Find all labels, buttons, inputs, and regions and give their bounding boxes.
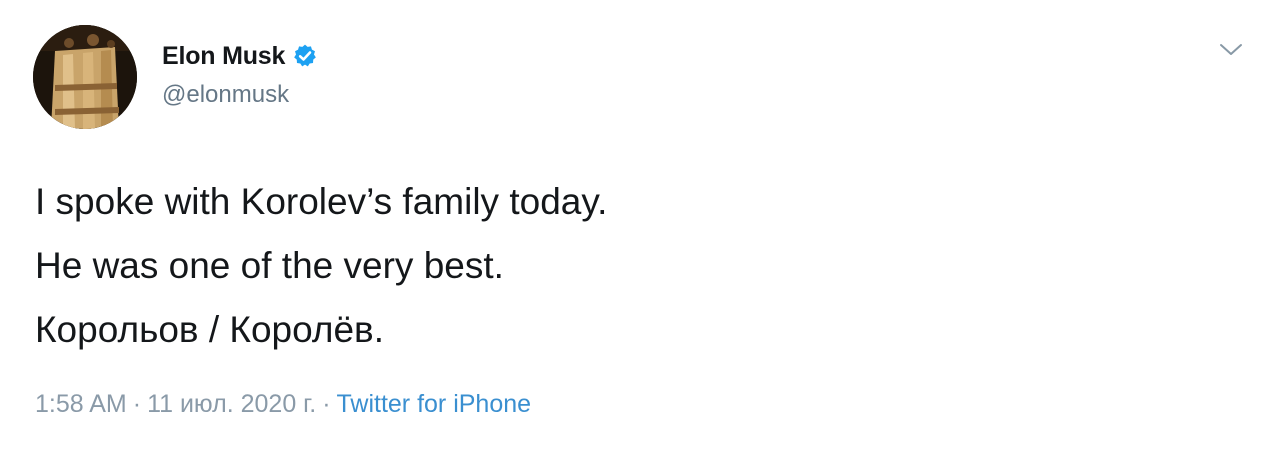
meta-separator: · (322, 390, 331, 418)
avatar[interactable] (33, 25, 137, 129)
tweet-meta: 1:58 AM · 11 июл. 2020 г. · Twitter for iPho… (35, 390, 531, 419)
tweet-text-line: He was one of the very best. (35, 245, 504, 286)
verified-badge-icon (292, 43, 318, 69)
meta-separator: · (132, 390, 142, 418)
tweet-text: I spoke with Korolev’s family today. He … (35, 170, 607, 362)
tweet-source-link[interactable]: Twitter for iPhone (337, 390, 532, 418)
author-name-row: Elon Musk (162, 38, 318, 74)
tweet-card: Elon Musk @elonmusk I spoke with Korolev… (0, 0, 1280, 453)
author-handle[interactable]: @elonmusk (162, 81, 289, 109)
tweet-date[interactable]: 11 июл. 2020 г. (147, 390, 316, 418)
tweet-text-line: Корольов / Королёв. (35, 309, 384, 350)
chevron-down-icon[interactable] (1218, 42, 1244, 58)
tweet-text-line: I spoke with Korolev’s family today. (35, 181, 608, 222)
avatar-image (33, 25, 137, 129)
tweet-time[interactable]: 1:58 AM (35, 390, 127, 418)
author-display-name[interactable]: Elon Musk (162, 42, 285, 71)
